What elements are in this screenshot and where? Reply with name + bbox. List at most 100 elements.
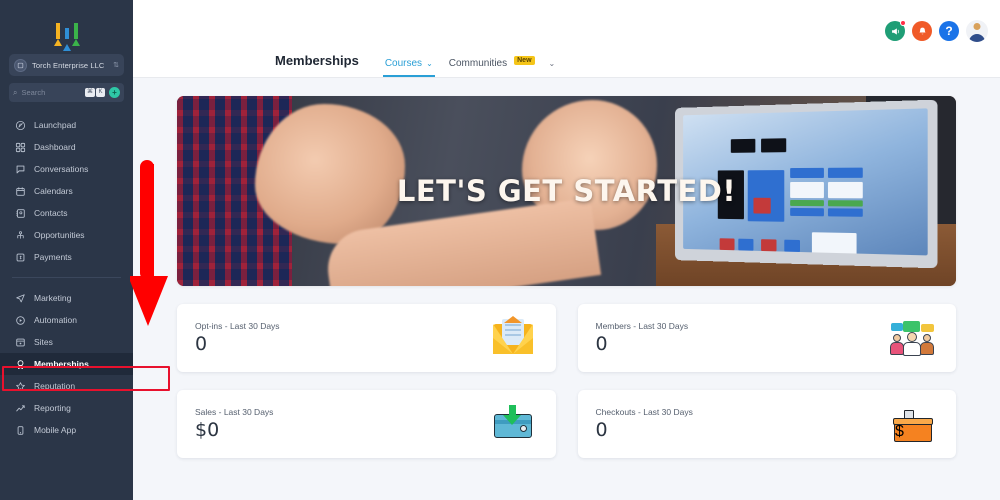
- sidebar-item-dashboard[interactable]: Dashboard: [0, 136, 133, 158]
- sidebar-divider: [12, 277, 121, 278]
- sidebar-item-memberships[interactable]: Memberships: [0, 353, 133, 375]
- chevron-down-icon[interactable]: ⌄: [426, 59, 433, 68]
- sidebar-item-label: Calendars: [34, 186, 73, 196]
- contact-book-icon: [14, 207, 26, 219]
- cash-register-icon: $: [890, 404, 936, 444]
- sidebar-item-marketing[interactable]: Marketing: [0, 287, 133, 309]
- notification-bell-icon[interactable]: [912, 21, 932, 41]
- avatar-head: [973, 23, 981, 30]
- funnel-icon: [14, 229, 26, 241]
- sidebar-item-payments[interactable]: Payments: [0, 246, 133, 268]
- building-icon: [14, 58, 27, 72]
- shortcut-key-cmd: ⌘: [85, 88, 95, 97]
- tab-communities[interactable]: Communities New ⌄: [441, 56, 563, 77]
- plus-icon[interactable]: +: [109, 87, 120, 98]
- stat-card-optins[interactable]: Opt-ins - Last 30 Days 0: [177, 304, 556, 372]
- sidebar-item-label: Contacts: [34, 208, 68, 218]
- payment-icon: [14, 251, 26, 263]
- status-badge: New: [514, 56, 535, 65]
- card-text: Opt-ins - Last 30 Days 0: [195, 321, 280, 355]
- sidebar-item-reputation[interactable]: Reputation: [0, 375, 133, 397]
- help-glyph: ?: [945, 24, 953, 38]
- search-input[interactable]: ⌕ Search ⌘ K +: [9, 83, 124, 102]
- sidebar-item-label: Sites: [34, 337, 53, 347]
- sidebar-item-conversations[interactable]: Conversations: [0, 158, 133, 180]
- card-text: Sales - Last 30 Days $0: [195, 407, 273, 441]
- main-area: ? Memberships Courses ⌄ Communities New …: [133, 0, 1000, 500]
- wallet-download-icon: [490, 404, 536, 444]
- stat-card-sales[interactable]: Sales - Last 30 Days $0: [177, 390, 556, 458]
- notification-dot: [900, 20, 906, 26]
- tab-courses[interactable]: Courses ⌄: [377, 58, 441, 77]
- chevron-down-icon[interactable]: ⌄: [549, 59, 556, 68]
- play-circle-icon: [14, 314, 26, 326]
- sidebar-item-label: Payments: [34, 252, 72, 262]
- calendar-icon: [14, 185, 26, 197]
- content-area: LET'S GET STARTED! Opt-ins - Last 30 Day…: [133, 78, 1000, 500]
- topbar: ? Memberships Courses ⌄ Communities New …: [133, 0, 1000, 78]
- account-switcher[interactable]: Torch Enterprise LLC ⇅: [9, 54, 124, 76]
- card-label: Sales - Last 30 Days: [195, 407, 274, 417]
- sidebar-item-opportunities[interactable]: Opportunities: [0, 224, 133, 246]
- window-icon: [14, 336, 26, 348]
- account-name: Torch Enterprise LLC: [32, 60, 105, 70]
- banner-title: LET'S GET STARTED!: [396, 174, 737, 208]
- card-value: 0: [595, 333, 608, 355]
- sidebar-item-mobile-app[interactable]: Mobile App: [0, 419, 133, 441]
- stat-cards: Opt-ins - Last 30 Days 0 Members - Last …: [177, 304, 956, 458]
- rocket-icon: [14, 119, 26, 131]
- card-label: Checkouts - Last 30 Days: [595, 407, 693, 417]
- card-value: $0: [195, 419, 220, 441]
- stat-card-checkouts[interactable]: Checkouts - Last 30 Days 0 $: [577, 390, 956, 458]
- sidebar-item-label: Conversations: [34, 164, 89, 174]
- award-ribbon-icon: [14, 358, 26, 370]
- sidebar-item-launchpad[interactable]: Launchpad: [0, 114, 133, 136]
- hero-banner[interactable]: LET'S GET STARTED!: [177, 96, 956, 286]
- sidebar: Torch Enterprise LLC ⇅ ⌕ Search ⌘ K + La…: [0, 0, 133, 500]
- search-shortcut: ⌘ K: [85, 88, 105, 97]
- sidebar-item-contacts[interactable]: Contacts: [0, 202, 133, 224]
- card-label: Members - Last 30 Days: [595, 321, 689, 331]
- topbar-icons: ?: [885, 20, 988, 42]
- page-title: Memberships: [275, 53, 359, 68]
- sidebar-item-label: Memberships: [34, 359, 89, 369]
- chevron-updown-icon[interactable]: ⇅: [113, 62, 119, 69]
- people-speech-bubbles-icon: [890, 318, 936, 358]
- star-icon: [14, 380, 26, 392]
- sidebar-item-label: Dashboard: [34, 142, 76, 152]
- sidebar-item-label: Reporting: [34, 403, 71, 413]
- sidebar-item-automation[interactable]: Automation: [0, 309, 133, 331]
- search-icon: ⌕: [13, 87, 18, 97]
- page-tabs: Memberships Courses ⌄ Communities New ⌄: [275, 41, 563, 77]
- trend-up-icon: [14, 402, 26, 414]
- avatar-body: [969, 34, 985, 42]
- stat-card-members[interactable]: Members - Last 30 Days 0: [577, 304, 956, 372]
- sidebar-item-label: Mobile App: [34, 425, 77, 435]
- brand-logo[interactable]: [0, 0, 133, 52]
- paper-plane-icon: [14, 292, 26, 304]
- sidebar-item-calendars[interactable]: Calendars: [0, 180, 133, 202]
- avatar[interactable]: [966, 20, 988, 42]
- announcement-icon[interactable]: [885, 20, 906, 41]
- sidebar-item-sites[interactable]: Sites: [0, 331, 133, 353]
- help-question-icon[interactable]: ?: [939, 21, 959, 41]
- card-label: Opt-ins - Last 30 Days: [195, 321, 280, 331]
- sidebar-item-label: Marketing: [34, 293, 72, 303]
- three-upward-arrows-logo-icon: [53, 13, 80, 51]
- card-text: Checkouts - Last 30 Days 0: [596, 407, 693, 441]
- sidebar-item-label: Reputation: [34, 381, 76, 391]
- sidebar-nav-primary: Launchpad Dashboard Conversations Calend…: [0, 114, 133, 441]
- shortcut-key-k: K: [96, 88, 105, 97]
- app-root: Torch Enterprise LLC ⇅ ⌕ Search ⌘ K + La…: [0, 0, 1000, 500]
- chat-bubble-icon: [14, 163, 26, 175]
- sidebar-item-reporting[interactable]: Reporting: [0, 397, 133, 419]
- card-text: Members - Last 30 Days 0: [596, 321, 689, 355]
- sidebar-item-label: Automation: [34, 315, 77, 325]
- search-placeholder: Search: [21, 88, 46, 97]
- tab-label: Courses: [384, 58, 423, 69]
- sidebar-item-label: Opportunities: [34, 230, 85, 240]
- grid-icon: [14, 141, 26, 153]
- tab-label: Communities: [448, 58, 508, 69]
- card-value: 0: [595, 419, 608, 441]
- card-value: 0: [195, 333, 208, 355]
